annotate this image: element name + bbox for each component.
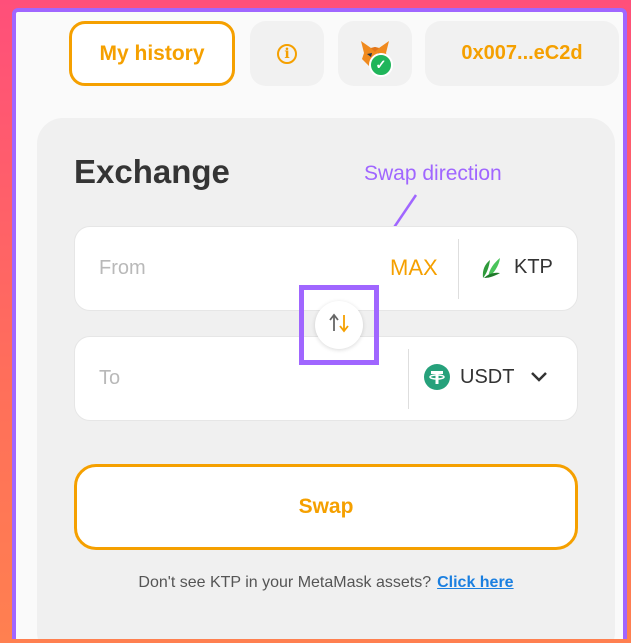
swap-button[interactable]: Swap (74, 464, 578, 550)
chevron-down-icon (530, 366, 548, 389)
from-token-selector[interactable]: KTP (478, 254, 553, 280)
max-button[interactable]: MAX (390, 255, 438, 281)
swap-label: Swap (298, 495, 354, 518)
exchange-panel: Exchange Swap direction From MAX KTP To … (37, 118, 615, 639)
swap-direction-button[interactable] (315, 301, 363, 349)
swap-direction-highlight (299, 285, 379, 365)
info-icon: i (277, 43, 297, 64)
my-history-button[interactable]: My history (69, 21, 235, 86)
divider (408, 349, 409, 409)
my-history-label: My history (99, 41, 205, 65)
from-token-label: KTP (514, 255, 553, 278)
wallet-address-button[interactable]: 0x007...eC2d (425, 21, 619, 86)
metamask-hint: Don't see KTP in your MetaMask assets? Cl… (37, 574, 615, 592)
divider (458, 239, 459, 299)
to-token-selector[interactable]: USDT (424, 364, 548, 390)
to-placeholder: To (99, 367, 121, 389)
from-placeholder: From (99, 257, 146, 279)
ktp-token-icon (478, 254, 504, 280)
to-token-label: USDT (460, 365, 515, 388)
info-button[interactable]: i (250, 21, 324, 86)
connected-check-icon: ✓ (369, 52, 393, 77)
click-here-link[interactable]: Click here (437, 574, 513, 591)
usdt-token-icon (424, 364, 450, 390)
hint-text: Don't see KTP in your MetaMask assets? (138, 574, 432, 591)
metamask-button[interactable]: ✓ (338, 21, 412, 86)
metamask-fox-icon: ✓ (359, 39, 393, 77)
swap-arrows-icon (327, 313, 351, 338)
app-frame: My history i ✓ 0x007...eC2d Exchange Swa… (12, 8, 627, 639)
wallet-address: 0x007...eC2d (461, 42, 583, 64)
